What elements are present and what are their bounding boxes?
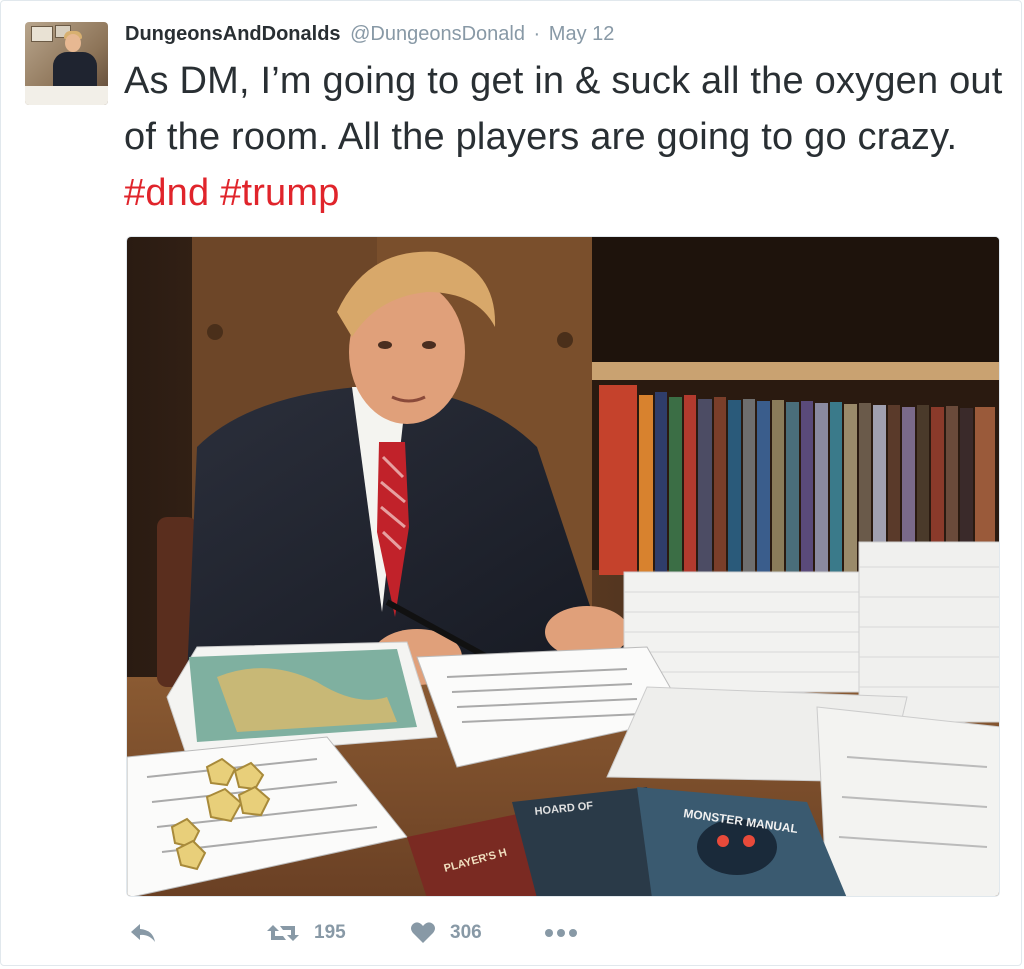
tweet-text: As DM, I’m going to get in & suck all th… [124,53,1004,221]
shelf-top [592,237,999,362]
like-button[interactable]: 306 [410,917,482,949]
hashtag-dnd[interactable]: #dnd [124,172,209,214]
tweet-media-photo[interactable]: MONSTER MANUAL PLAYER'S H HOARD OF [126,236,1000,897]
more-button[interactable] [544,917,578,949]
avatar-frame [31,26,53,42]
heart-icon [411,922,435,943]
retweet-count: 195 [314,922,346,943]
more-icon [545,929,577,937]
retweet-button[interactable]: 195 [266,917,346,949]
shelf-board [592,362,999,380]
retweet-icon [267,925,299,941]
avatar[interactable] [25,22,108,105]
tweet-date[interactable]: May 12 [549,23,615,45]
tweet-header: DungeonsAndDonalds @DungeonsDonald · May… [125,21,614,47]
display-name[interactable]: DungeonsAndDonalds [125,23,341,45]
like-count: 306 [450,922,482,943]
hashtag-trump[interactable]: #trump [220,172,339,214]
door-knob [207,324,223,340]
reply-icon [131,924,155,942]
tweet-card: DungeonsAndDonalds @DungeonsDonald · May… [0,0,1022,966]
user-handle[interactable]: @DungeonsDonald [350,23,525,45]
avatar-head [65,34,81,52]
avatar-desk [25,86,108,105]
photo-illustration: MONSTER MANUAL PLAYER'S H HOARD OF [127,237,999,896]
door-knob-2 [557,332,573,348]
reply-button[interactable] [129,917,157,949]
header-separator: · [533,23,541,45]
tweet-actions: 195 306 [126,917,726,949]
tweet-body: As DM, I’m going to get in & suck all th… [124,60,1003,158]
